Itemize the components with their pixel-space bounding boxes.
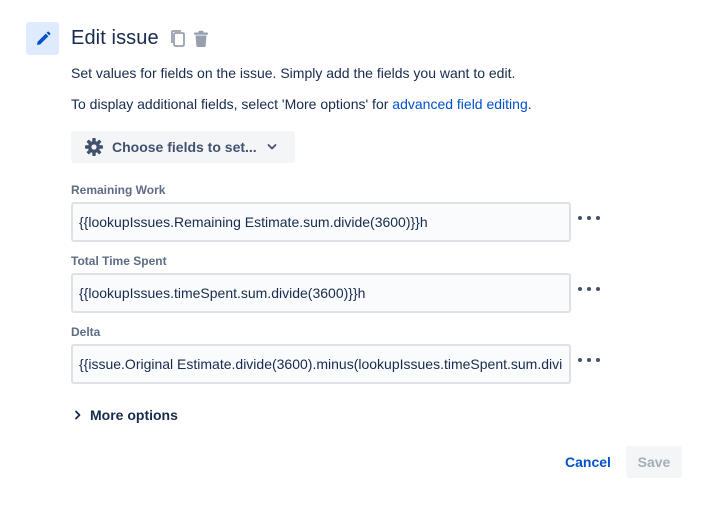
more-actions-icon[interactable] [578,211,600,225]
more-options-toggle[interactable]: More options [74,407,178,423]
copy-icon[interactable] [169,29,187,49]
choose-fields-button[interactable]: Choose fields to set... [71,131,295,163]
description-line-2: To display additional fields, select 'Mo… [71,96,532,112]
more-options-label: More options [90,407,178,423]
description-prefix: To display additional fields, select 'Mo… [71,96,393,112]
description-suffix: . [527,96,532,112]
gear-icon [84,137,104,157]
choose-fields-label: Choose fields to set... [112,139,257,155]
more-actions-icon[interactable] [578,353,600,367]
page-title: Edit issue [71,27,159,49]
delta-input[interactable] [71,344,571,384]
more-actions-icon[interactable] [578,282,600,296]
save-button[interactable]: Save [626,446,682,478]
field-label-delta: Delta [71,325,101,339]
edit-issue-panel: Edit issue Set values for fields on the … [0,0,717,505]
chevron-down-icon [267,143,277,151]
cancel-button[interactable]: Cancel [556,446,620,478]
chevron-right-icon [74,410,82,420]
field-label-total-time-spent: Total Time Spent [71,254,167,268]
description-line-1: Set values for fields on the issue. Simp… [71,65,516,81]
advanced-field-editing-link[interactable]: advanced field editing [392,96,527,112]
total-time-spent-input[interactable] [71,273,571,313]
field-label-remaining-work: Remaining Work [71,183,166,197]
panel-header: Edit issue [26,22,209,55]
pencil-icon [26,22,59,55]
remaining-work-input[interactable] [71,202,571,242]
trash-icon[interactable] [193,30,209,48]
